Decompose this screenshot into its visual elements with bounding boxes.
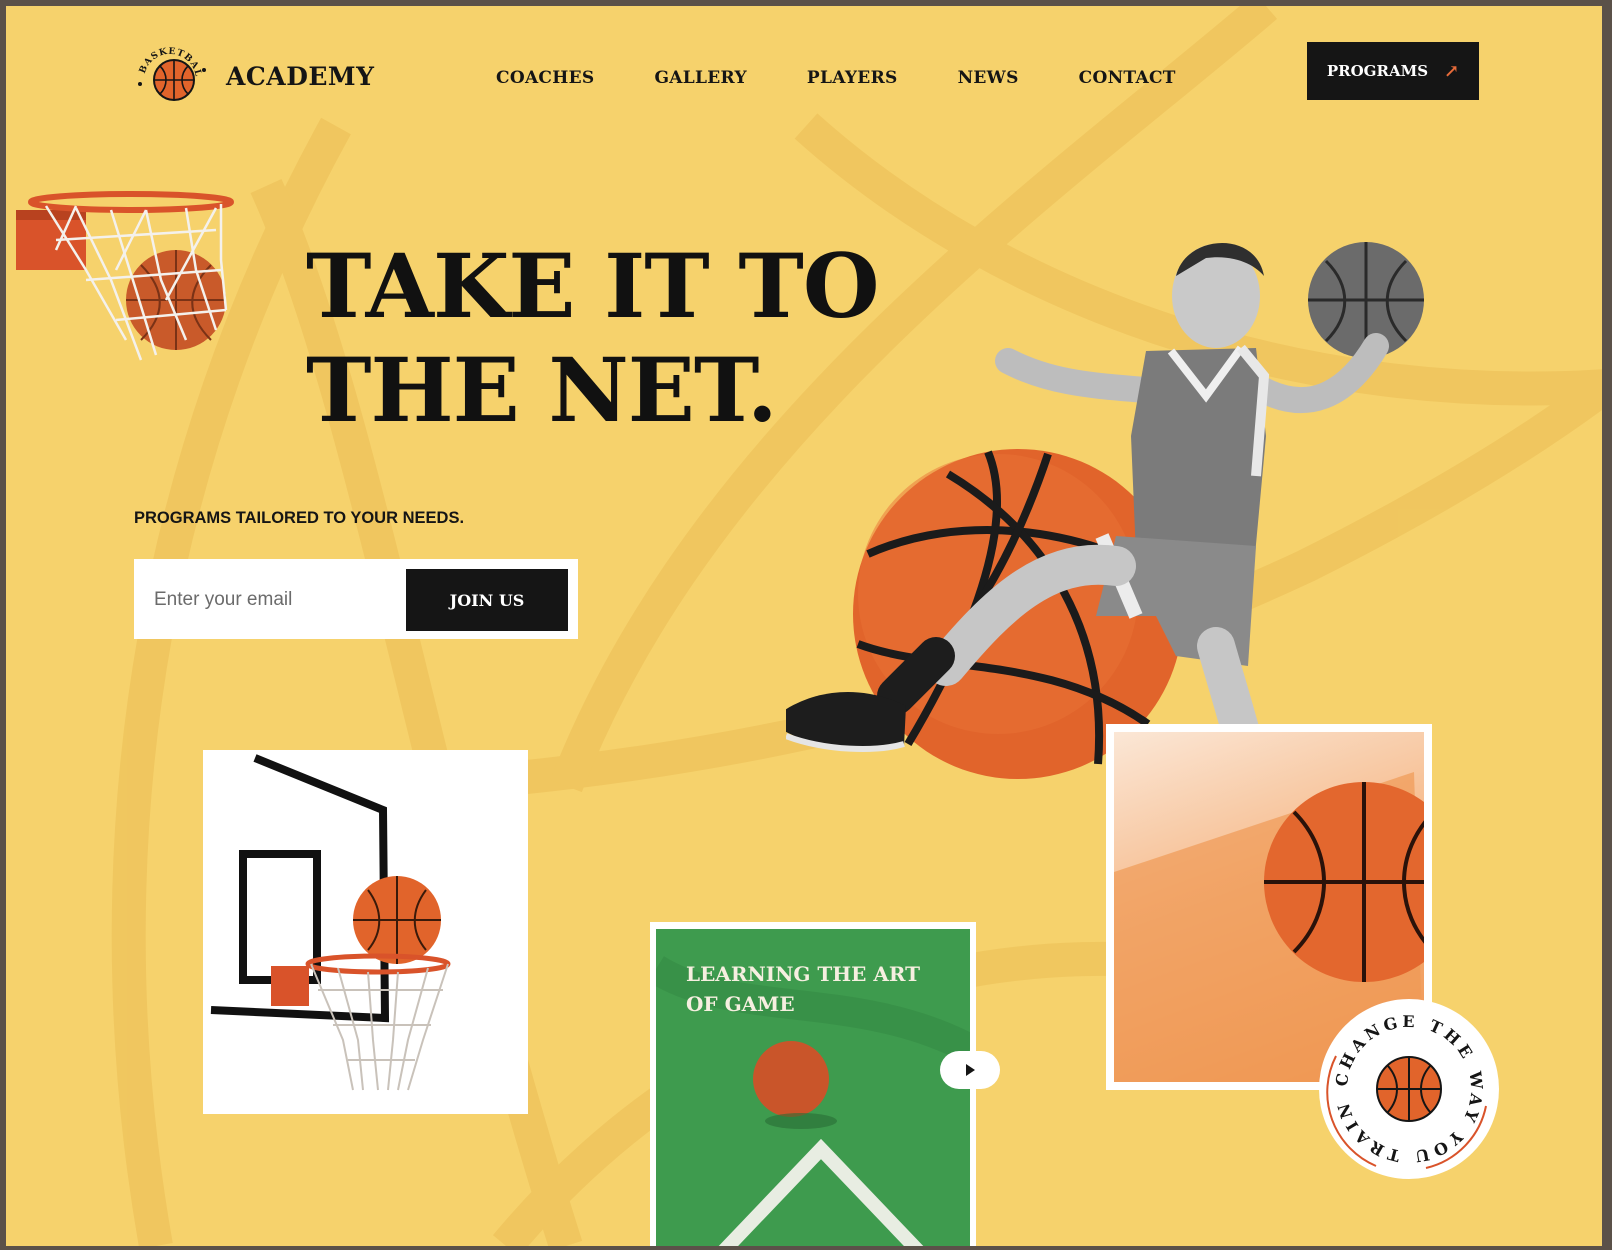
signup-form: JOIN US (134, 559, 578, 639)
programs-button[interactable]: PROGRAMS ↗ (1307, 42, 1479, 100)
basketball-logo-icon: BASKETBALL (134, 40, 206, 101)
nav-contact[interactable]: CONTACT (1079, 68, 1176, 88)
join-us-button[interactable]: JOIN US (406, 569, 568, 631)
court-photo: LEARNING THE ART OF GAME (656, 929, 970, 1246)
change-the-way-you-train-badge: CHANGE THE WAY YOU TRAIN (1319, 999, 1499, 1179)
email-field[interactable] (152, 569, 396, 631)
court-card-title: LEARNING THE ART OF GAME (686, 962, 921, 1016)
nav-gallery[interactable]: GALLERY (654, 68, 746, 88)
hero-subtitle: PROGRAMS TAILORED TO YOUR NEEDS. (134, 509, 465, 527)
logo[interactable]: BASKETBALL ACADEMY (134, 40, 374, 112)
landing-page: BASKETBALL ACADEMY COACHES GALLERY PLAYE… (6, 6, 1602, 1246)
nav-news[interactable]: NEWS (958, 68, 1019, 88)
play-video-button[interactable] (940, 1051, 1000, 1089)
nav-players[interactable]: PLAYERS (807, 68, 898, 88)
programs-label: PROGRAMS (1326, 62, 1429, 80)
hoop-photo-image (203, 750, 528, 1114)
hoop-with-ball-image (16, 191, 234, 361)
main-nav: COACHES GALLERY PLAYERS NEWS CONTACT (496, 68, 1236, 88)
brand-name: ACADEMY (226, 61, 375, 91)
play-icon (966, 1064, 975, 1076)
court-video-card[interactable]: LEARNING THE ART OF GAME (650, 922, 976, 1246)
nav-coaches[interactable]: COACHES (496, 68, 594, 88)
arrow-up-right-icon: ↗ (1444, 60, 1460, 82)
hoop-photo-card (203, 750, 528, 1114)
